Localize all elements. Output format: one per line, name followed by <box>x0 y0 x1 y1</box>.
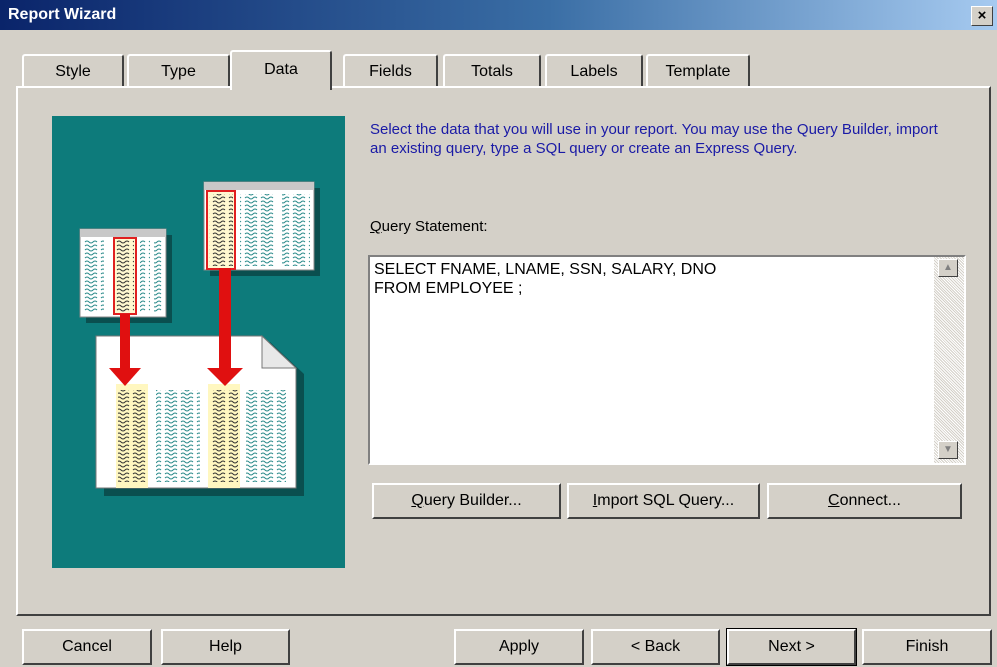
button-label: mport SQL Query... <box>597 492 735 509</box>
help-button[interactable]: Help <box>161 629 290 665</box>
next-button[interactable]: Next > <box>726 628 857 666</box>
tab-label: Fields <box>369 63 412 80</box>
vertical-scrollbar[interactable]: ▲ ▼ <box>934 257 964 463</box>
finish-button[interactable]: Finish <box>862 629 992 665</box>
back-button[interactable]: < Back <box>591 629 720 665</box>
tab-labels[interactable]: Labels <box>545 54 643 87</box>
scroll-up-icon: ▲ <box>943 262 953 273</box>
tab-label: Template <box>665 63 731 80</box>
instructions-text: Select the data that you will use in you… <box>370 121 938 157</box>
scroll-up-button[interactable]: ▲ <box>938 259 958 277</box>
connect-button[interactable]: Connect... <box>767 483 962 519</box>
button-label: Finish <box>905 638 949 655</box>
tab-fields[interactable]: Fields <box>343 54 438 87</box>
scroll-down-button[interactable]: ▼ <box>938 441 958 459</box>
tab-totals[interactable]: Totals <box>443 54 541 87</box>
tab-template[interactable]: Template <box>646 54 750 87</box>
access-key: C <box>828 492 840 509</box>
access-key: Q <box>370 218 382 235</box>
tab-label: Totals <box>471 63 513 80</box>
tab-type[interactable]: Type <box>127 54 230 87</box>
button-label: Apply <box>498 638 540 655</box>
button-label: < Back <box>630 638 681 655</box>
tab-data[interactable]: Data <box>230 50 332 90</box>
tab-label: Type <box>161 63 196 80</box>
tab-label: Data <box>264 61 298 78</box>
button-label: Cancel <box>62 638 112 655</box>
cancel-button[interactable]: Cancel <box>22 629 152 665</box>
button-label: uery Builder... <box>423 492 522 509</box>
import-sql-query-button[interactable]: Import SQL Query... <box>567 483 760 519</box>
apply-button[interactable]: Apply <box>454 629 584 665</box>
close-button[interactable]: × <box>971 6 993 26</box>
button-label: Help <box>209 638 242 655</box>
window-title: Report Wizard <box>8 6 117 23</box>
tab-style[interactable]: Style <box>22 54 124 87</box>
close-icon: × <box>977 7 987 24</box>
tab-label: Style <box>55 63 91 80</box>
query-builder-button[interactable]: Query Builder... <box>372 483 561 519</box>
title-bar: Report Wizard × <box>0 0 997 30</box>
query-text: SELECT FNAME, LNAME, SSN, SALARY, DNO FR… <box>374 261 717 297</box>
scroll-down-icon: ▼ <box>943 444 953 455</box>
tab-label: Labels <box>570 63 618 80</box>
button-label: onnect... <box>839 492 901 509</box>
report-diagram-icon <box>79 181 320 496</box>
data-illustration <box>52 116 345 568</box>
query-statement-input[interactable]: SELECT FNAME, LNAME, SSN, SALARY, DNO FR… <box>368 255 966 465</box>
access-key: Q <box>411 492 424 509</box>
query-statement-label: Query Statement: <box>370 218 488 235</box>
label-text: uery Statement: <box>381 218 488 235</box>
button-label: Next > <box>768 638 815 655</box>
